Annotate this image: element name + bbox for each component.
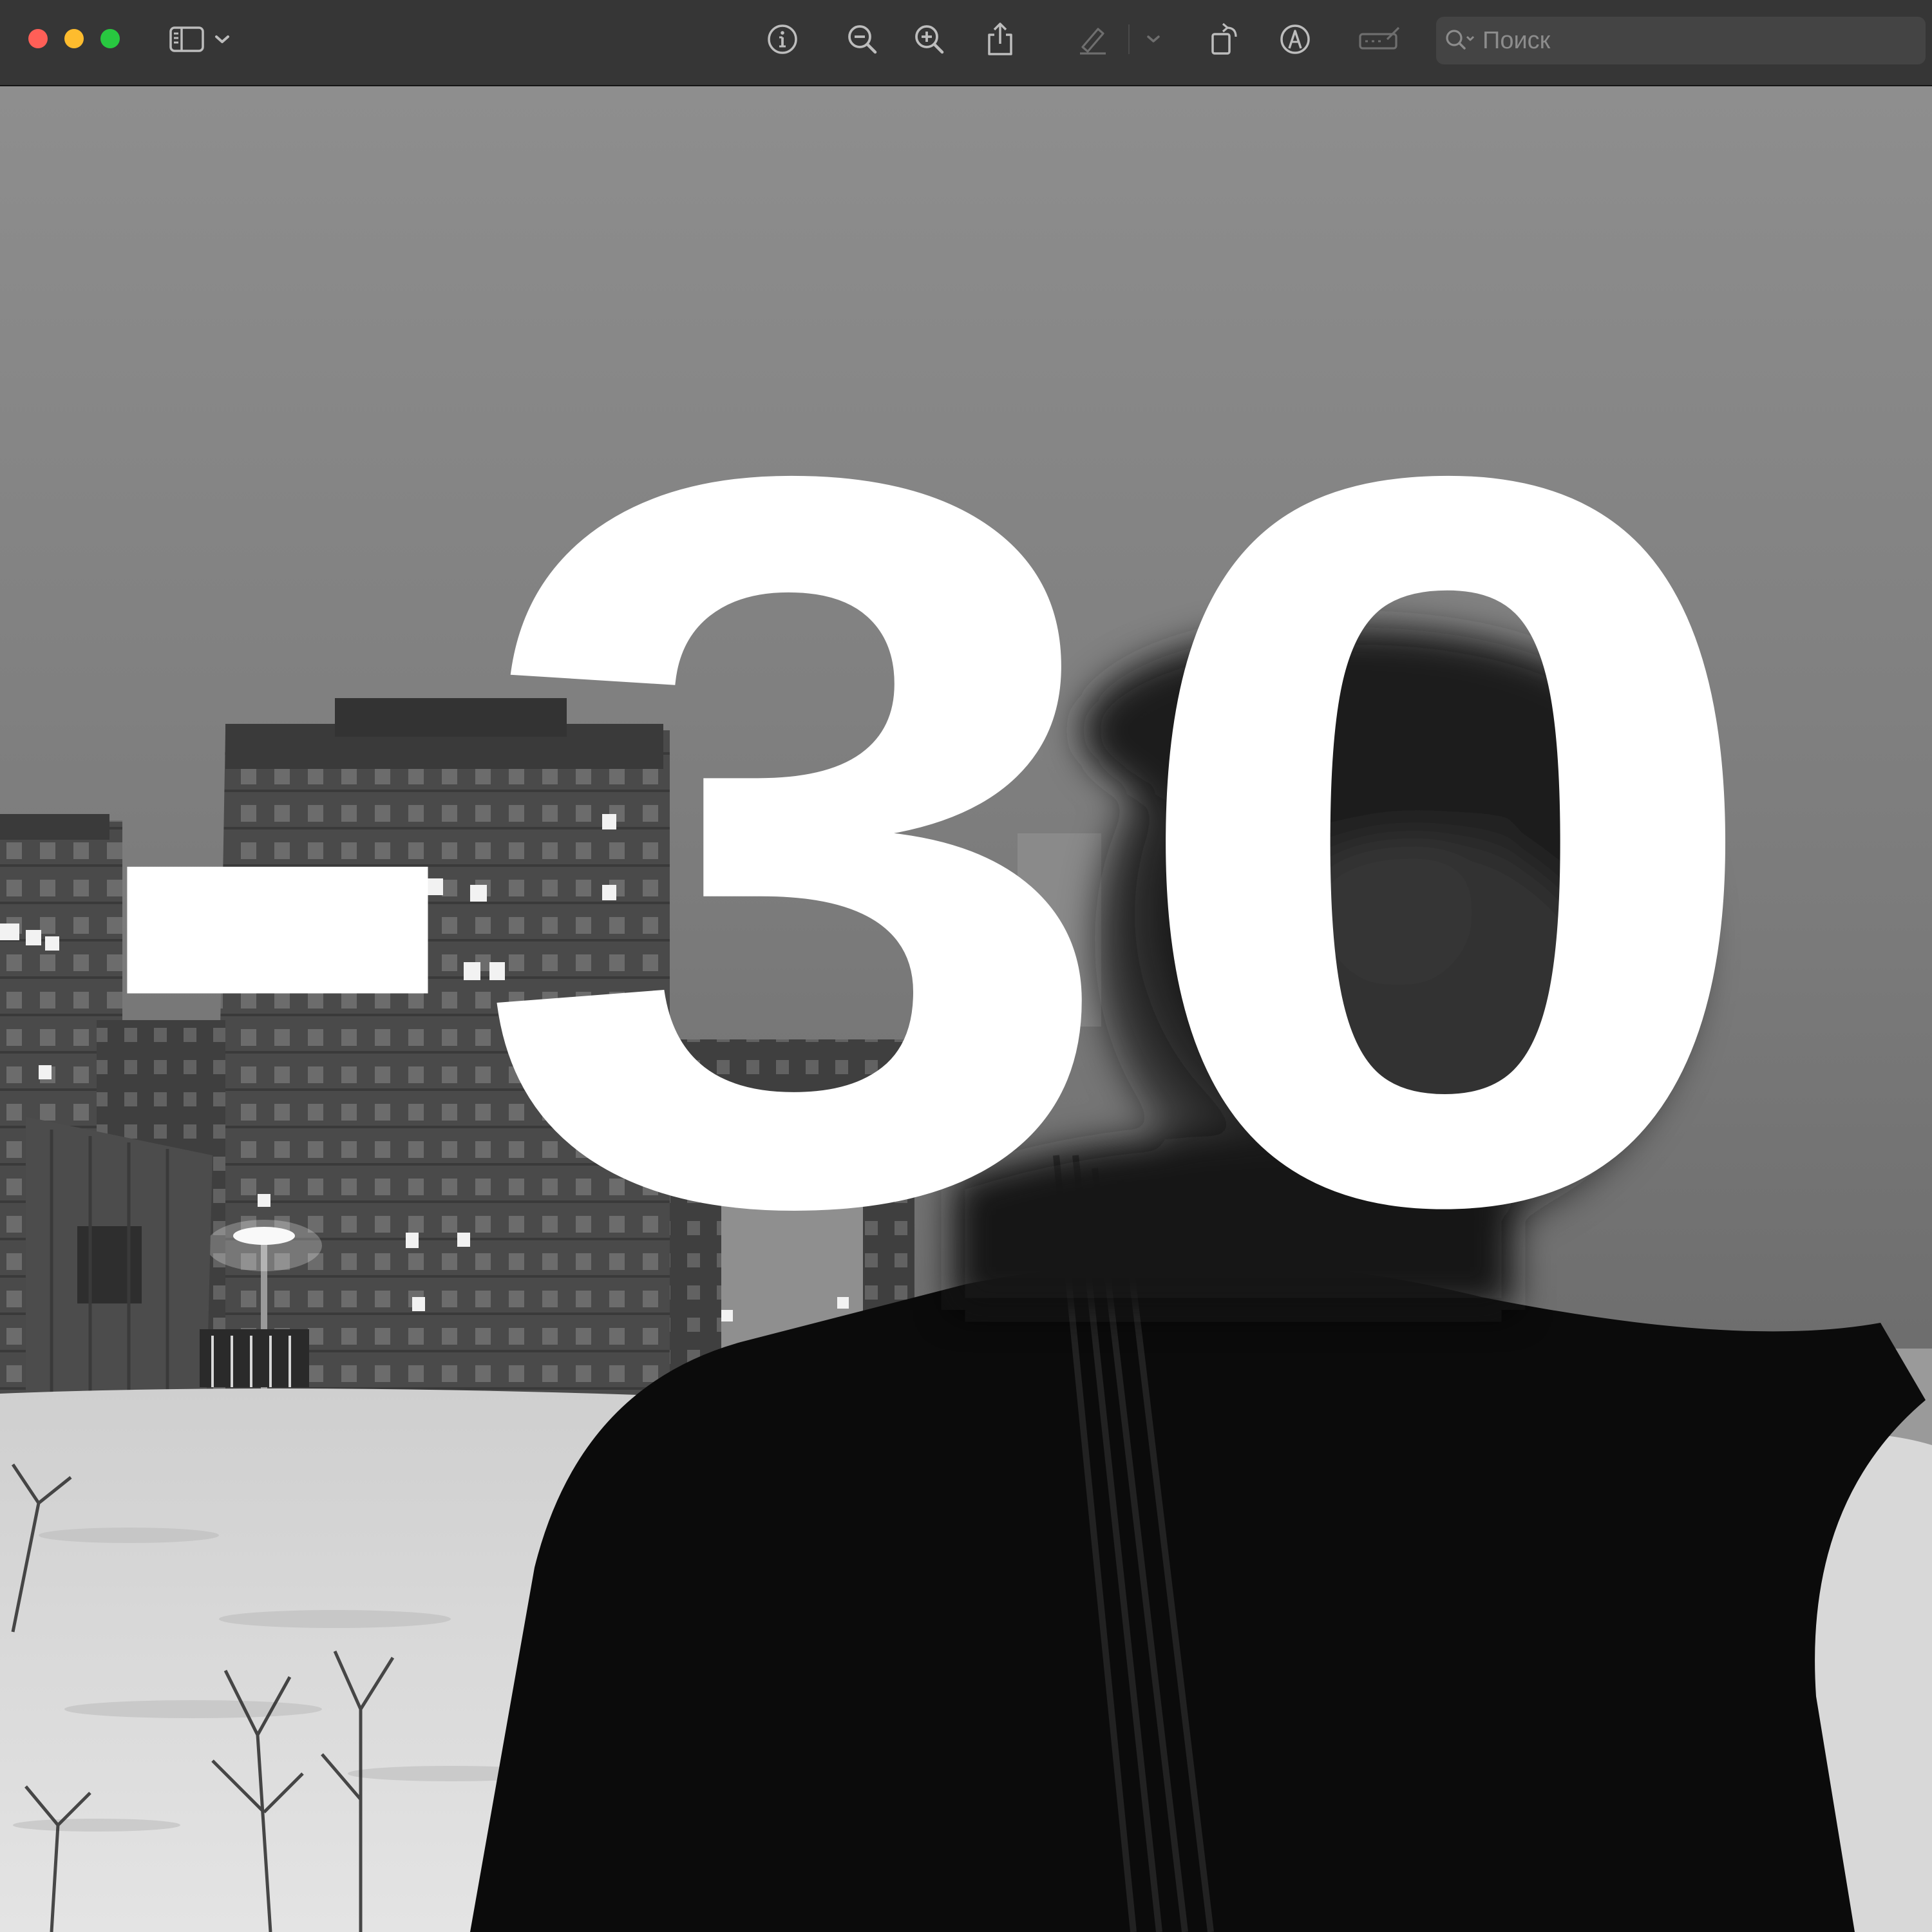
view-menu-button[interactable] — [207, 19, 237, 59]
share-button[interactable] — [978, 19, 1023, 59]
markup-icon — [1280, 24, 1310, 54]
overlay-number: -30 — [84, 265, 1771, 1416]
search-input[interactable] — [1482, 26, 1895, 55]
info-button[interactable] — [760, 19, 805, 59]
chevron-down-icon — [1147, 35, 1160, 43]
info-icon — [768, 24, 797, 54]
close-button[interactable] — [28, 29, 48, 48]
zoom-in-icon — [915, 25, 944, 54]
highlight-menu-button[interactable] — [1139, 19, 1168, 59]
toolbar-divider — [1128, 24, 1130, 54]
highlight-button[interactable] — [1070, 19, 1115, 59]
zoom-button[interactable] — [100, 29, 120, 48]
minimize-button[interactable] — [64, 29, 84, 48]
document-canvas: -30 — [0, 86, 1932, 1932]
rotate-button[interactable] — [1202, 19, 1247, 59]
sidebar-toggle-icon — [169, 26, 204, 52]
markup-button[interactable] — [1273, 19, 1318, 59]
sidebar-toggle-button[interactable] — [164, 19, 209, 59]
form-fill-button[interactable] — [1354, 19, 1406, 59]
search-icon — [1444, 24, 1482, 57]
zoom-out-icon — [848, 25, 877, 54]
zoom-out-button[interactable] — [840, 19, 885, 59]
highlight-pen-icon — [1080, 28, 1106, 55]
search-field[interactable] — [1436, 17, 1926, 64]
zoom-in-button[interactable] — [907, 19, 952, 59]
form-fill-icon — [1359, 26, 1400, 50]
toolbar — [0, 0, 1932, 86]
photo: -30 — [0, 86, 1932, 1932]
share-icon — [988, 23, 1012, 55]
rotate-icon — [1211, 23, 1237, 55]
chevron-down-icon — [215, 35, 229, 43]
preview-window: -30 — [0, 0, 1932, 1932]
